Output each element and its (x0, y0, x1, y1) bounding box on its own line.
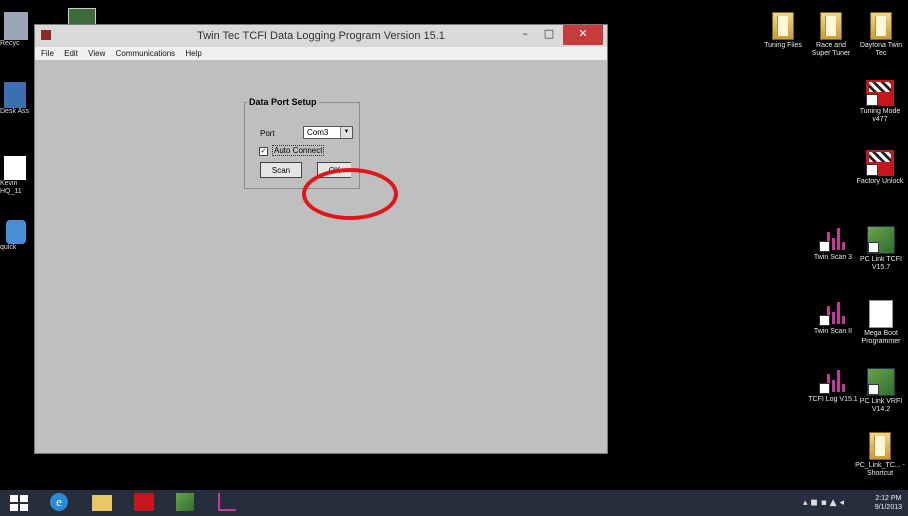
internet-explorer-icon[interactable]: e (50, 493, 74, 513)
port-select-value: Com3 (307, 128, 329, 137)
tuning-files-shortcut[interactable]: Tuning Files (760, 12, 806, 50)
twin-scan-ii-shortcut[interactable]: Twin Scan II (808, 300, 858, 336)
folder-icon (870, 12, 892, 40)
chart-icon (819, 300, 847, 326)
clock-time: 2:12 PM (875, 495, 902, 502)
maximize-button[interactable]: □ (537, 25, 561, 45)
chart-icon[interactable] (218, 493, 242, 513)
icon-label: Twin Scan II (813, 328, 853, 335)
green-app-icon (867, 368, 895, 396)
checkered-flag-icon (866, 150, 894, 176)
client-area: Data Port Setup Port Com3 ▼ ✓ Auto Conne… (39, 61, 603, 449)
pc-link-vrfi-shortcut[interactable]: PC Link VRFI V14.2 (856, 368, 906, 414)
windows-logo-icon (10, 495, 30, 511)
chart-icon (819, 368, 847, 394)
icon-label: PC_Link_TC... - Shortcut (855, 462, 905, 477)
quick-icon[interactable]: quick (0, 220, 32, 252)
minimize-button[interactable]: – (513, 25, 537, 45)
checkered-flag-icon (866, 80, 894, 106)
port-select[interactable]: Com3 ▼ (303, 126, 353, 139)
title-bar[interactable]: Twin Tec TCFI Data Logging Program Versi… (35, 25, 607, 47)
icon-label: Race and Super Tuner (811, 42, 851, 57)
tcfi-log-shortcut[interactable]: TCFI Log V15.1 (808, 368, 858, 404)
folder-icon (772, 12, 794, 40)
system-tray-icons[interactable]: ▴ ◼ ▪ ▲ ◂ (803, 498, 844, 508)
chevron-down-icon[interactable]: ▼ (340, 127, 352, 138)
start-button[interactable] (10, 493, 30, 513)
factory-unlock-shortcut[interactable]: Factory Unlock (856, 150, 904, 186)
twin-scan-3-shortcut[interactable]: Twin Scan 3 (808, 226, 858, 262)
group-legend: Data Port Setup (249, 97, 317, 107)
auto-connect-checkbox[interactable]: ✓ (259, 147, 268, 156)
menu-communications[interactable]: Communications (116, 49, 176, 58)
icon-label: Mega Boot Programmer (861, 330, 901, 345)
icon-label: PC Link VRFI V14.2 (859, 398, 903, 413)
icon-label: Twin Scan 3 (813, 254, 853, 261)
clock[interactable]: 2:12 PM 9/1/2013 (875, 494, 902, 512)
file-explorer-icon[interactable] (92, 493, 116, 513)
close-button[interactable]: ✕ (563, 25, 603, 45)
quick-label: quick (0, 244, 17, 251)
auto-connect-label[interactable]: Auto Connect (272, 145, 325, 156)
desktop: Recyc Desk Ass Kevin HQ_11 quick Tuning … (0, 0, 908, 490)
taskbar: e ▴ ◼ ▪ ▲ ◂ 2:12 PM 9/1/2013 (0, 490, 908, 516)
annotation-circle (302, 168, 398, 220)
menu-file[interactable]: File (41, 49, 54, 58)
daytona-twin-tec-shortcut[interactable]: Daytona Twin Tec (858, 12, 904, 58)
icon-label: Tuning Mode v477 (859, 108, 901, 123)
desktop-assistant-label: Desk Ass (0, 108, 30, 115)
race-and-super-tuner-shortcut[interactable]: Race and Super Tuner (808, 12, 854, 58)
chart-icon (819, 226, 847, 252)
folder-icon (869, 432, 891, 460)
pc-link-tcfi-shortcut[interactable]: PC Link TCFI V15.7 (856, 226, 906, 272)
port-label: Port (260, 129, 275, 138)
menu-bar: File Edit View Communications Help (35, 47, 607, 60)
document-icon (869, 300, 893, 328)
pc-link-tc-shortcut[interactable]: PC_Link_TC... - Shortcut (854, 432, 906, 478)
menu-edit[interactable]: Edit (64, 49, 78, 58)
checkered-flag-icon[interactable] (134, 493, 158, 513)
green-app-icon (867, 226, 895, 254)
menu-view[interactable]: View (88, 49, 105, 58)
desktop-assistant-icon[interactable]: Desk Ass (0, 82, 32, 116)
icon-label: TCFI Log V15.1 (808, 396, 858, 403)
scan-button[interactable]: Scan (260, 162, 302, 178)
recycle-bin-label: Recyc (0, 40, 20, 47)
tuning-mode-shortcut[interactable]: Tuning Mode v477 (856, 80, 904, 124)
kevin-file-label: Kevin HQ_11 (0, 180, 22, 195)
icon-label: Tuning Files (764, 42, 802, 49)
recycle-bin-icon[interactable]: Recyc (0, 12, 28, 48)
green-app-icon[interactable] (176, 493, 200, 513)
icon-label: PC Link TCFI V15.7 (860, 256, 902, 271)
icon-label: Daytona Twin Tec (859, 42, 903, 57)
folder-icon (820, 12, 842, 40)
mega-boot-programmer-shortcut[interactable]: Mega Boot Programmer (856, 300, 906, 346)
app-window: Twin Tec TCFI Data Logging Program Versi… (34, 24, 608, 454)
menu-help[interactable]: Help (185, 49, 201, 58)
clock-date: 9/1/2013 (874, 504, 902, 511)
icon-label: Factory Unlock (856, 178, 904, 185)
kevin-file-icon[interactable]: Kevin HQ_11 (0, 156, 32, 196)
